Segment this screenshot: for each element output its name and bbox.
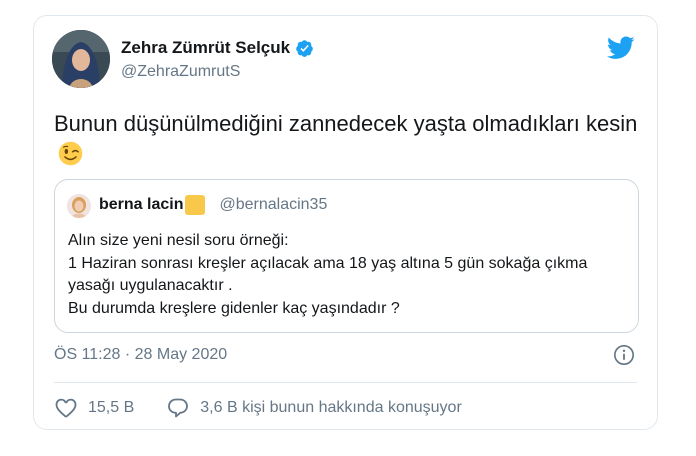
quoted-tweet[interactable]: berna lacin @bernalacin35 Alın size yeni… [54, 179, 639, 333]
quoted-author-avatar[interactable] [67, 194, 91, 218]
heart-icon [55, 398, 77, 418]
divider [54, 382, 637, 383]
tweet-text: Bunun düşünülmediğini zannedecek yaşta o… [54, 108, 644, 170]
speech-bubble-icon [168, 398, 189, 418]
tweet-actions: 15,5 B 3,6 B kişi bunun hakkında konuşuy… [54, 396, 462, 420]
author-handle[interactable]: @ZehraZumrutS [121, 63, 240, 81]
tweet-card[interactable]: Zehra Zümrüt Selçuk @ZehraZumrutS Bunun … [33, 15, 658, 430]
conversation-count: 3,6 B kişi bunun hakkında konuşuyor [200, 399, 462, 416]
tweet-text-content: Bunun düşünülmediğini zannedecek yaşta o… [54, 111, 638, 136]
twitter-bird-icon[interactable] [607, 36, 635, 60]
winking-face-emoji [58, 141, 83, 166]
author-avatar[interactable] [52, 30, 110, 88]
info-icon[interactable] [613, 344, 635, 366]
yellow-square-emoji [185, 195, 206, 215]
quoted-author-handle[interactable]: @bernalacin35 [219, 196, 327, 214]
verified-badge-icon [296, 39, 313, 57]
like-count: 15,5 B [88, 399, 135, 416]
quoted-author-name[interactable]: berna lacin [99, 196, 183, 214]
author-name[interactable]: Zehra Zümrüt Selçuk [121, 38, 290, 58]
quoted-tweet-text: Alın size yeni nesil soru örneği: 1 Hazi… [68, 232, 588, 317]
reply-button[interactable]: 3,6 B kişi bunun hakkında konuşuyor [166, 396, 462, 420]
like-button[interactable]: 15,5 B [54, 396, 134, 420]
tweet-timestamp[interactable]: ÖS 11:28 · 28 May 2020 [54, 346, 227, 364]
